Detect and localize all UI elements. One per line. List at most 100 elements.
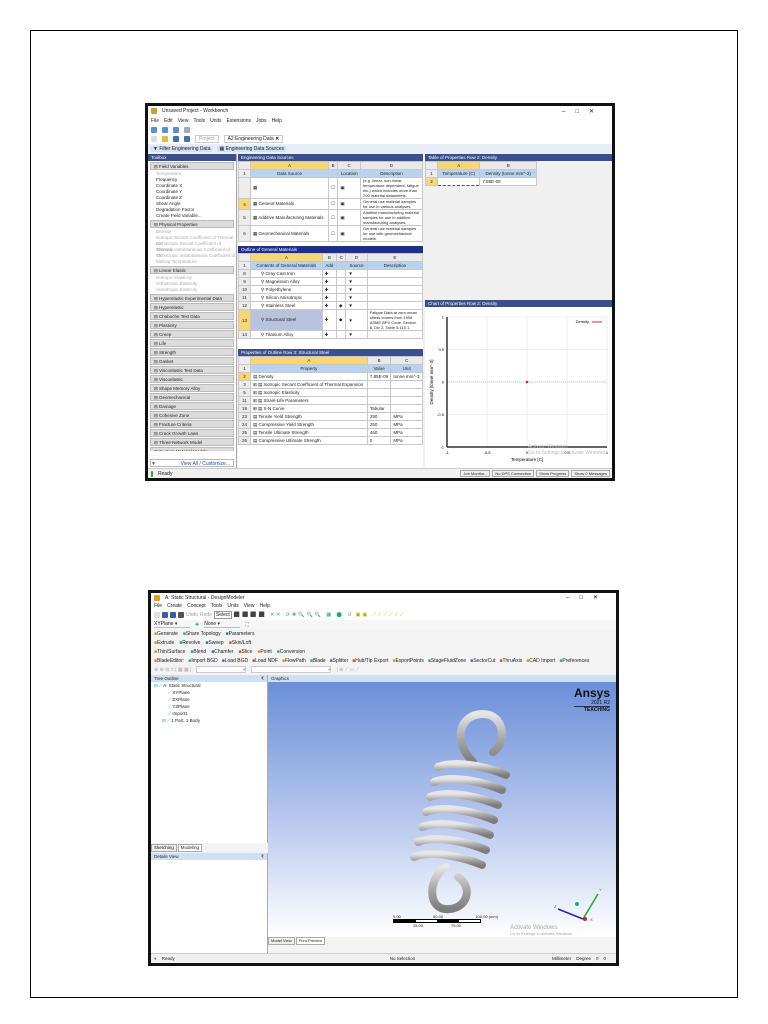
field-header[interactable]: Value: [366, 364, 392, 373]
source-checkbox[interactable]: ☐: [327, 209, 339, 226]
add-icon[interactable]: ✚: [321, 277, 338, 286]
field-header[interactable]: Unit: [390, 364, 423, 373]
toolbar-button[interactable]: ■Load NDF: [252, 658, 278, 664]
tree-item[interactable]: ⟋ YZPlane: [154, 703, 267, 710]
property-unit[interactable]: MPa: [390, 428, 423, 437]
data-source-name[interactable]: ▦ General Materials: [250, 198, 329, 210]
toolbar-button[interactable]: ■ExportPoints: [392, 658, 423, 664]
toolbar-button[interactable]: ■ThruAxis: [499, 658, 522, 664]
new-sketch-icon[interactable]: ⛶: [245, 622, 249, 628]
property-name[interactable]: ▤ Density: [250, 372, 368, 381]
export-icon[interactable]: [170, 612, 176, 618]
dropdown-1[interactable]: ▾: [196, 666, 247, 673]
toolbar-button[interactable]: ■Preferences: [559, 658, 589, 664]
undo-button[interactable]: Undo: [186, 612, 198, 618]
add-icon[interactable]: ✚: [321, 330, 338, 339]
toolbar-button[interactable]: ■Extrude: [154, 640, 174, 646]
toolbox-group[interactable]: ⊟ Creep: [150, 330, 234, 338]
table-row[interactable]: 9 ⚲ Magnesium Alloy ✚ ▼: [238, 277, 423, 286]
property-value[interactable]: [366, 388, 392, 397]
property-name[interactable]: ▤ Compressive Ultimate Strength: [250, 436, 368, 445]
property-name[interactable]: ▤ Tensile Ultimate Strength: [250, 428, 368, 437]
material-name[interactable]: ⚲ Structural Steel: [250, 309, 323, 331]
source-icon[interactable]: ▼: [345, 293, 368, 302]
table-row[interactable]: 14 ⚲ Titanium Alloy ✚ ▼: [238, 330, 423, 339]
toolbar-button[interactable]: ■Thin/Surface: [154, 649, 185, 655]
property-value[interactable]: 460: [366, 428, 392, 437]
toolbar-icon[interactable]: [184, 126, 190, 133]
column-header[interactable]: D: [360, 161, 423, 170]
toolbox-group[interactable]: ⊟ Hyperelastic: [150, 303, 234, 311]
selection-filter-icons[interactable]: ▣▣ ⟋⟋⟋⟋⟋⟋: [356, 612, 406, 618]
location-icon[interactable]: ▣: [337, 209, 362, 226]
add-icon[interactable]: ✚: [321, 293, 338, 302]
table-row[interactable]: 2 ▤ Density 7.85E-09 tonne mm^-3: [238, 372, 423, 381]
table-row[interactable]: 23 ▤ Tensile Yield Strength 250 MPa: [238, 412, 423, 421]
toolbar-button[interactable]: ■Load BGD: [222, 658, 248, 664]
toolbox-item[interactable]: Create Field Variable...: [148, 213, 236, 219]
property-value[interactable]: 0: [366, 436, 392, 445]
field-header[interactable]: [327, 169, 339, 178]
source-icon[interactable]: ▼: [345, 330, 368, 339]
property-unit[interactable]: MPa: [390, 420, 423, 429]
toolbox-group[interactable]: ⊟ Gasket: [150, 357, 234, 365]
suppress-icon[interactable]: ◆: [336, 301, 347, 310]
table-row[interactable]: 24 ▤ Compressive Yield Strength 250 MPa: [238, 420, 423, 429]
tab-engineering-data[interactable]: A2:Engineering Data ✕: [223, 135, 284, 143]
toolbox-group[interactable]: ⊟ Cohesive Zone: [150, 411, 234, 419]
field-header[interactable]: Description: [366, 261, 423, 270]
save-as-icon[interactable]: [184, 136, 190, 142]
temperature-header[interactable]: Temperature (C): [436, 169, 481, 178]
table-row[interactable]: 5 ⊞ ▤ Isotropic Elasticity: [238, 388, 423, 397]
toolbar-button[interactable]: ■StageFluidZone: [428, 658, 466, 664]
tab-print-preview[interactable]: Print Preview: [295, 937, 326, 945]
table-row[interactable]: 8 ⚲ Gray Cast Iron ✚ ▼: [238, 269, 423, 278]
toolbox-group[interactable]: ⊟ Viscoelastic: [150, 375, 234, 383]
toolbar-button[interactable]: ■CAD Import: [526, 658, 555, 664]
location-icon[interactable]: ▣: [337, 198, 362, 210]
property-unit[interactable]: [390, 396, 423, 405]
menu-tools[interactable]: Tools: [193, 118, 205, 124]
field-header[interactable]: Source: [345, 261, 368, 270]
dropdown-2[interactable]: ▾: [251, 666, 332, 673]
save-icon[interactable]: [162, 612, 168, 618]
tree-item[interactable]: ⊟ ⟋ A: Static Structural: [154, 682, 267, 689]
menu-help[interactable]: Help: [272, 118, 282, 124]
field-header[interactable]: Property: [250, 364, 368, 373]
property-name[interactable]: ▤ Tensile Yield Strength: [250, 412, 368, 421]
table-row[interactable]: ▦ ☐ ▣ (e.g. linear, non-linear, temperatur…: [238, 177, 423, 199]
toolbar-button[interactable]: ■Splitter: [330, 658, 349, 664]
dm-menu-tools[interactable]: Tools: [211, 603, 223, 609]
material-name[interactable]: ⚲ Gray Cast Iron: [250, 269, 323, 278]
property-unit[interactable]: MPa: [390, 436, 423, 445]
tree-item[interactable]: ⊟ ⟋ 1 Part, 1 Body: [154, 717, 267, 724]
toolbar-button[interactable]: ■Sweep: [205, 640, 223, 646]
field-header[interactable]: Location: [337, 169, 362, 178]
table-row[interactable]: 5 ▦ Additive Manufacturing Materials ☐ ▣ Add…: [238, 209, 423, 226]
data-source-name[interactable]: ▦: [250, 177, 329, 199]
save-icon[interactable]: [173, 136, 179, 142]
dm-menu-help[interactable]: Help: [260, 603, 270, 609]
add-icon[interactable]: ✚: [321, 301, 338, 310]
property-name[interactable]: ⊞ ▤ Strain-Life Parameters: [250, 396, 368, 405]
add-icon[interactable]: ✚: [321, 285, 338, 294]
toolbar-button[interactable]: ■Revolve: [179, 640, 200, 646]
new-icon[interactable]: [154, 612, 160, 618]
toolbox-group[interactable]: ⊟ Shape Memory Alloy: [150, 384, 234, 392]
col-header-a[interactable]: A: [436, 161, 481, 170]
status-button[interactable]: Show 0 Messages: [571, 470, 610, 477]
view-tools-icons[interactable]: ⬛⬛⬛⬛ ✕✕ ⟳✥🔍🔍🔍 ▦ ⬤ ↺: [234, 612, 354, 618]
property-name[interactable]: ⊞ ▤ S-N Curve: [250, 404, 368, 413]
toolbox-group[interactable]: ⊟ Three-Network Model: [150, 438, 234, 446]
material-name[interactable]: ⚲ Titanium Alloy: [250, 330, 323, 339]
property-unit[interactable]: [390, 404, 423, 413]
close-tab-icon[interactable]: ✕: [275, 136, 279, 142]
column-header[interactable]: C: [336, 253, 347, 262]
toolbox-group[interactable]: ⊟ Field Variables: [150, 162, 234, 170]
toolbox-group[interactable]: ⊟ Strength: [150, 348, 234, 356]
property-name[interactable]: ▤ Compressive Yield Strength: [250, 420, 368, 429]
toolbar-button[interactable]: ■SectorCut: [470, 658, 495, 664]
density-header[interactable]: Density (tonne mm^-3): [479, 169, 537, 178]
table-row[interactable]: 6 ▦ Geomechanical Materials ☐ ▣ General use …: [238, 225, 423, 242]
column-header[interactable]: B: [321, 253, 338, 262]
